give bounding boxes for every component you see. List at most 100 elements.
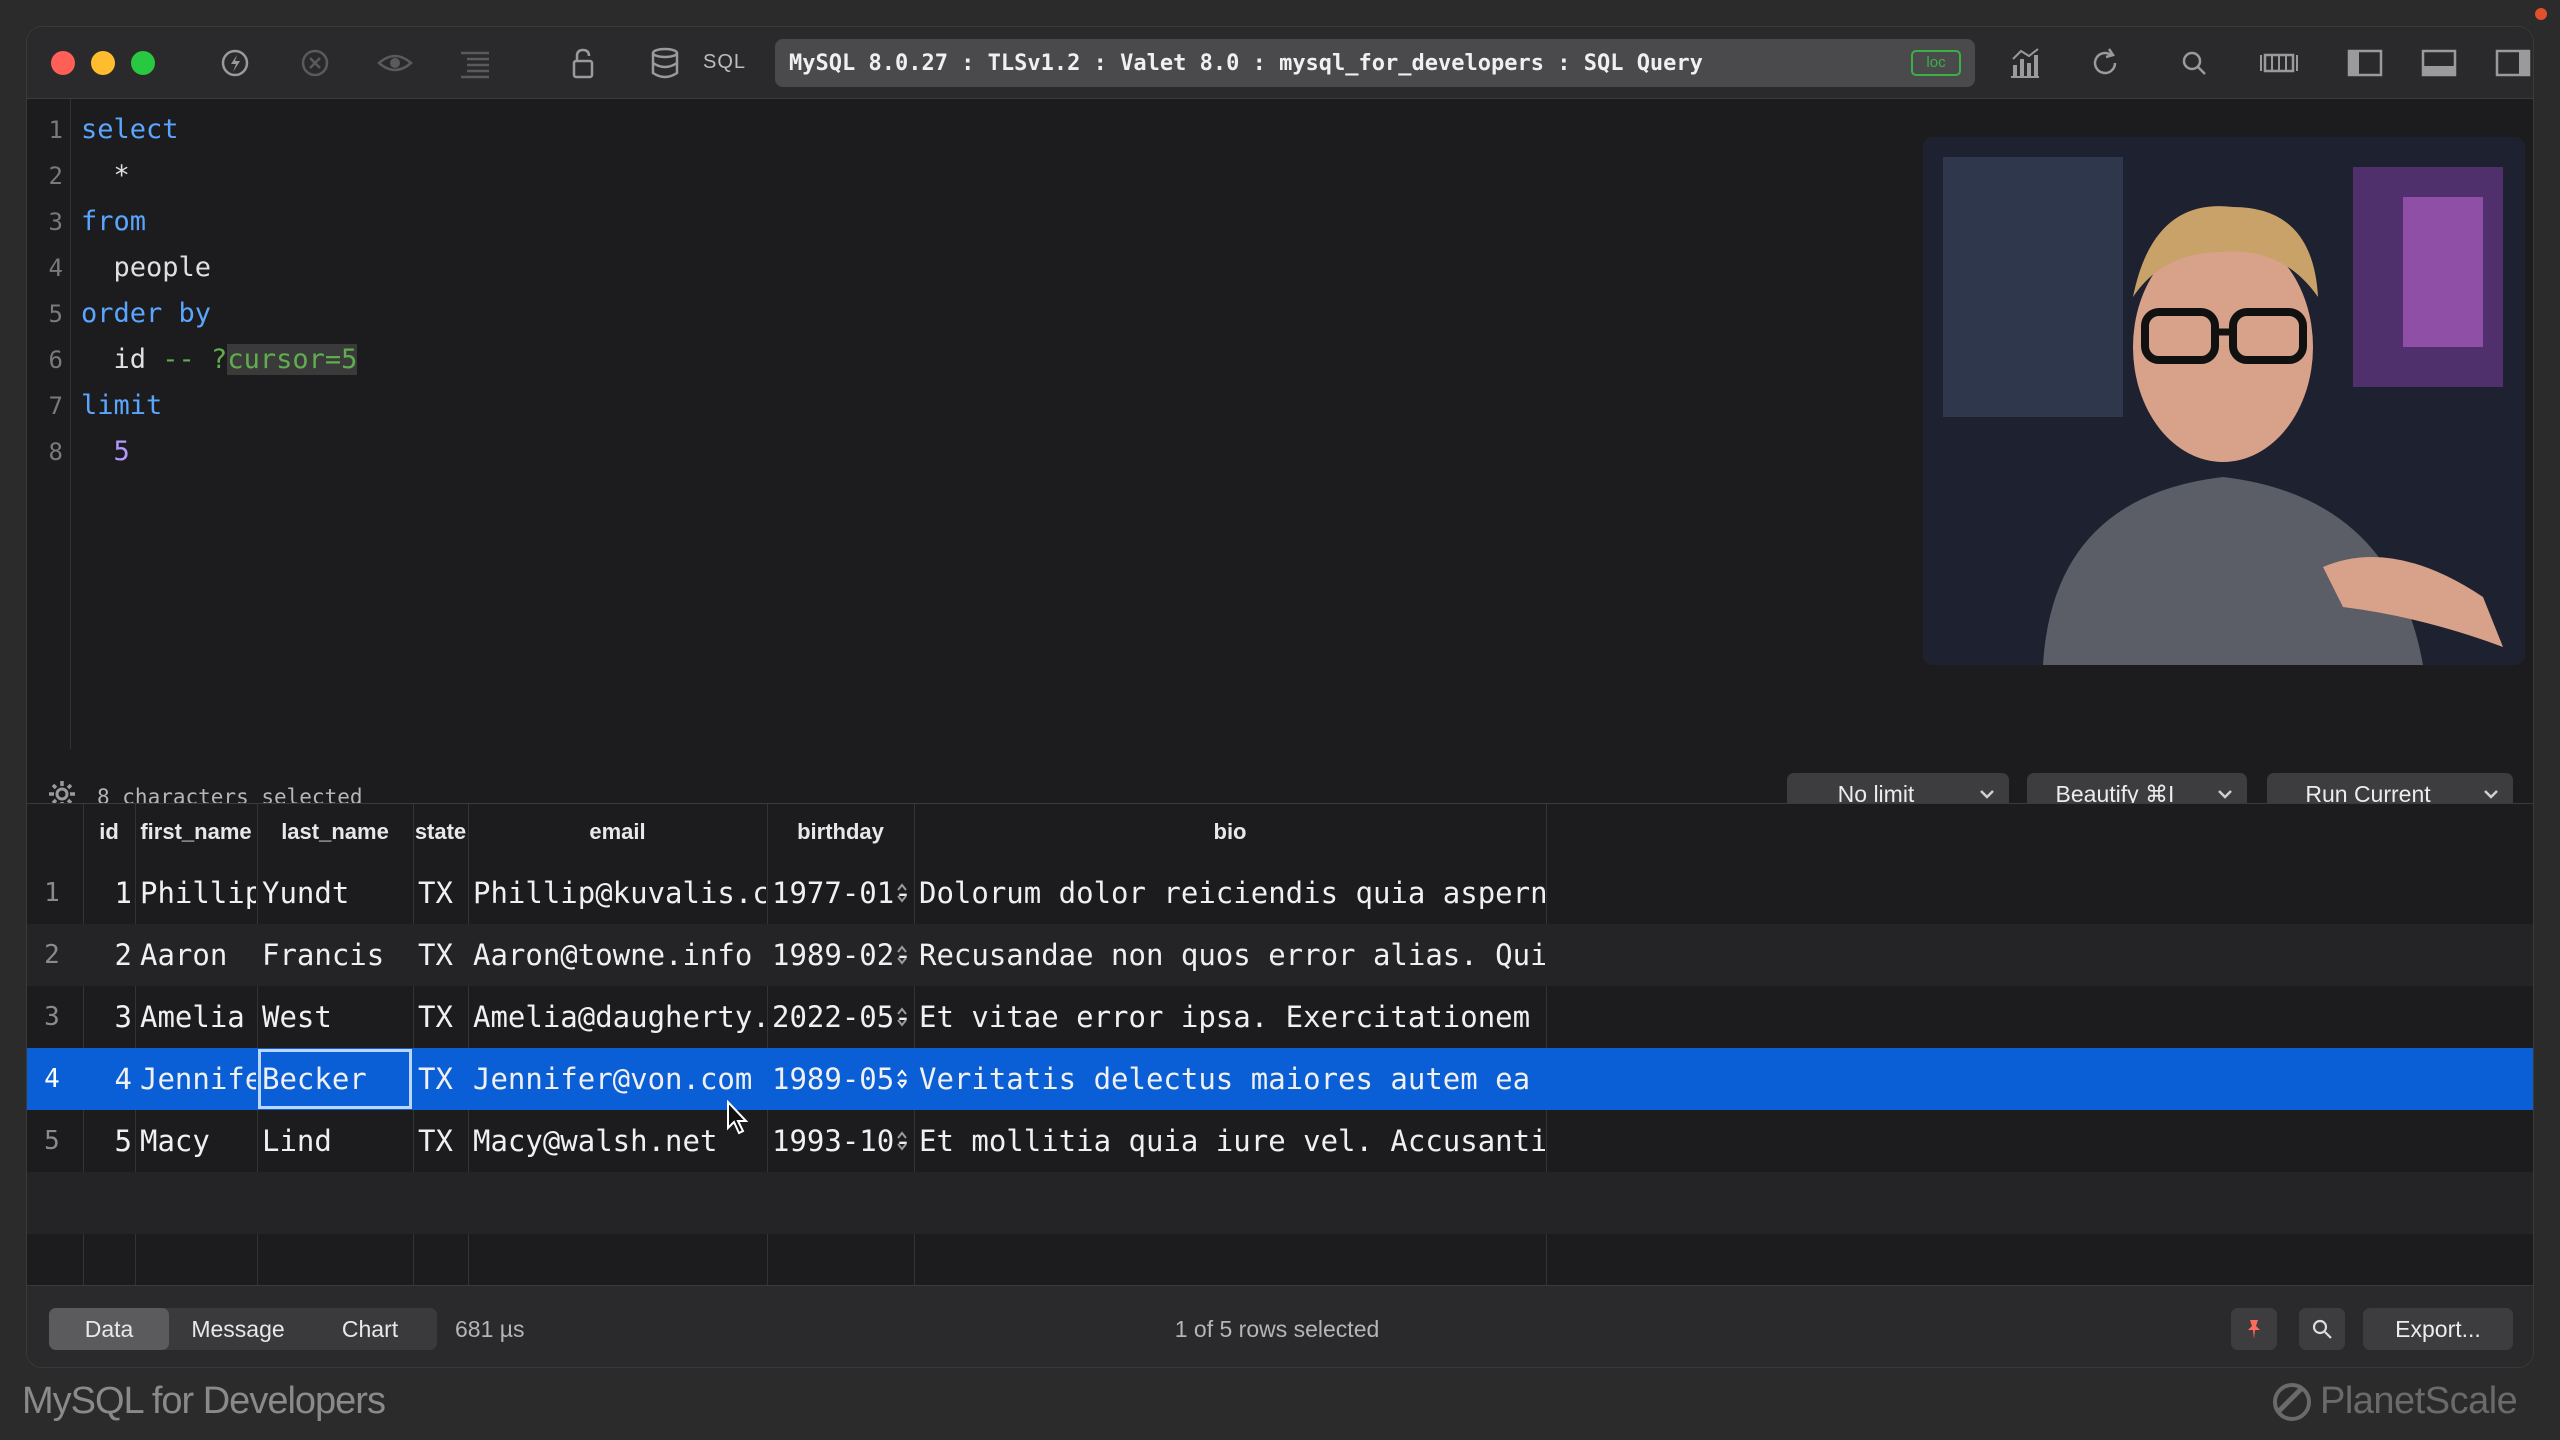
table-row[interactable]: 55MacyLindTXMacy@walsh.net1993-10-24Et m… [27,1110,2533,1172]
export-button[interactable]: Export... [2363,1308,2513,1350]
code-line[interactable]: 8 5 [27,429,1907,475]
cell-bio[interactable]: Et vitae error ipsa. Exercitationem omni… [919,986,1545,1048]
row-number[interactable]: 5 [27,1110,77,1172]
chart-icon[interactable] [2005,45,2045,81]
cell-email[interactable]: Macy@walsh.net [473,1110,766,1172]
minimize-window-button[interactable] [91,51,115,75]
code-line[interactable]: 1 select [27,107,1907,153]
table-row[interactable]: 44JenniferBeckerTXJennifer@von.com1989-0… [27,1048,2533,1110]
cell-last-name[interactable]: Yundt [262,862,412,924]
code-text[interactable]: from [81,199,146,245]
right-panel-icon[interactable] [2493,45,2533,81]
code-text[interactable]: limit [81,383,162,429]
cell-state[interactable]: TX [418,1110,467,1172]
cell-first-name[interactable]: Amelia [140,986,256,1048]
cell-email[interactable]: Jennifer@von.com [473,1048,766,1110]
code-text[interactable]: order by [81,291,211,337]
cell-state[interactable]: TX [418,986,467,1048]
connection-bar[interactable]: MySQL 8.0.27 : TLSv1.2 : Valet 8.0 : mys… [775,39,1975,87]
date-stepper-icon[interactable] [895,1128,909,1154]
cell-birthday[interactable]: 1993-10-24 [772,1110,913,1172]
code-text[interactable]: id -- ?cursor=5 [81,337,358,383]
search-icon[interactable] [2175,45,2215,81]
cell-birthday[interactable]: 2022-05-06 [772,986,913,1048]
lock-icon[interactable] [563,45,603,81]
bottom-panel-icon[interactable] [2419,45,2459,81]
cell-id[interactable]: 3 [83,986,132,1048]
column-header-first-name[interactable]: first_name [135,804,257,860]
column-header-id[interactable]: id [83,804,135,860]
code-line[interactable]: 5 order by [27,291,1907,337]
refresh-icon[interactable] [2085,45,2125,81]
format-icon[interactable] [455,45,495,81]
code-line[interactable]: 2 * [27,153,1907,199]
cell-first-name[interactable]: Phillip [140,862,256,924]
code-text[interactable]: select [81,107,179,153]
date-stepper-icon[interactable] [895,1066,909,1092]
cell-birthday[interactable]: 1989-05-17 [772,1048,913,1110]
cell-bio[interactable]: Veritatis delectus maiores autem ea aliq… [919,1048,1545,1110]
cell-birthday[interactable]: 1977-01-11 [772,862,913,924]
column-header-birthday[interactable]: birthday [767,804,914,860]
left-panel-icon[interactable] [2345,45,2385,81]
row-number[interactable]: 2 [27,924,77,986]
cell-state[interactable]: TX [418,862,467,924]
cell-last-name[interactable]: Francis [262,924,412,986]
table-row[interactable]: 33AmeliaWestTXAmelia@daugherty.biz2022-0… [27,986,2533,1048]
cell-email[interactable]: Aaron@towne.info [473,924,766,986]
table-row[interactable]: 11PhillipYundtTXPhillip@kuvalis.com1977-… [27,862,2533,924]
cell-first-name[interactable]: Aaron [140,924,256,986]
code-line[interactable]: 6 id -- ?cursor=5 [27,337,1907,383]
stop-icon[interactable] [295,45,335,81]
column-header-state[interactable]: state [413,804,468,860]
pin-button[interactable] [2231,1308,2277,1350]
cell-id[interactable]: 2 [83,924,132,986]
zoom-window-button[interactable] [131,51,155,75]
code-line[interactable]: 3 from [27,199,1907,245]
local-badge: loc [1911,50,1961,76]
date-stepper-icon[interactable] [895,942,909,968]
cell-id[interactable]: 5 [83,1110,132,1172]
cell-id[interactable]: 4 [83,1048,132,1110]
cell-bio[interactable]: Recusandae non quos error alias. Quia do… [919,924,1545,986]
code-text[interactable]: * [81,153,130,199]
code-line[interactable]: 7 limit [27,383,1907,429]
columns-icon[interactable] [2259,45,2299,81]
table-row[interactable]: 2 2 Aaron Francis TX Aaron@towne.info 1989-02-… [27,924,2533,986]
cell-first-name[interactable]: Macy [140,1110,256,1172]
cell-bio[interactable]: Et mollitia quia iure vel. Accusantium e… [919,1110,1545,1172]
code-text[interactable]: 5 [81,429,130,475]
close-window-button[interactable] [51,51,75,75]
date-stepper-icon[interactable] [895,880,909,906]
tab-message[interactable]: Message [173,1308,303,1350]
column-header-bio[interactable]: bio [914,804,1546,860]
cell-first-name[interactable]: Jennifer [140,1048,256,1110]
tab-chart[interactable]: Chart [307,1308,433,1350]
column-header-last-name[interactable]: last_name [257,804,413,860]
cell-last-name[interactable]: Lind [262,1110,412,1172]
cell-id[interactable]: 1 [83,862,132,924]
cell-email[interactable]: Amelia@daugherty.biz [473,986,766,1048]
tab-data[interactable]: Data [49,1308,169,1350]
cell-birthday[interactable]: 1989-02-14 [772,924,913,986]
column-header-email[interactable]: email [468,804,767,860]
row-number[interactable]: 3 [27,986,77,1048]
cell-email[interactable]: Phillip@kuvalis.com [473,862,766,924]
preview-icon[interactable] [375,45,415,81]
empty-row[interactable] [27,1172,2533,1234]
sql-editor[interactable]: 1 select 2 * 3 from 4 people 5 order by 6 id -- … [27,99,2533,815]
code-line[interactable]: 4 people [27,245,1907,291]
row-number[interactable]: 1 [27,862,77,924]
results-grid[interactable]: id first_name last_name state email birthday b… [27,803,2533,1286]
sql-mode-label[interactable]: SQL [703,51,746,74]
cell-bio[interactable]: Dolorum dolor reiciendis quia aspernatur… [919,862,1545,924]
row-number[interactable]: 4 [27,1048,77,1110]
connection-icon[interactable] [215,45,255,81]
cell-state[interactable]: TX [418,1048,467,1110]
search-results-button[interactable] [2299,1308,2345,1350]
cell-last-name[interactable]: West [262,986,412,1048]
database-icon[interactable] [645,45,685,81]
code-text[interactable]: people [81,245,212,291]
date-stepper-icon[interactable] [895,1004,909,1030]
cell-state[interactable]: TX [418,924,467,986]
